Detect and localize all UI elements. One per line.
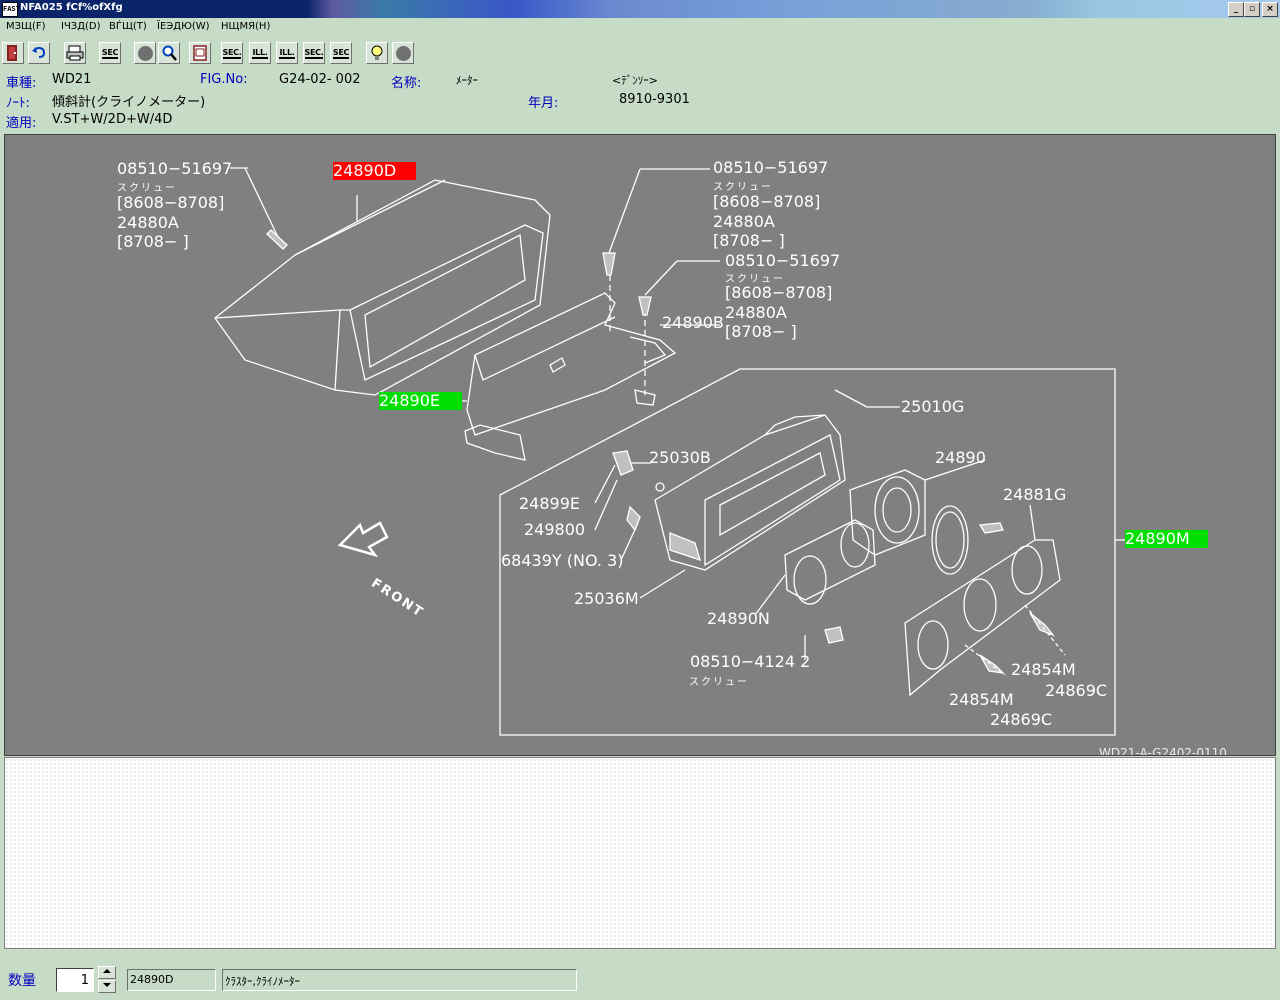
- ill-next-label: ILL.: [279, 47, 295, 59]
- menu-tools[interactable]: ВЃЩ(T): [109, 21, 147, 32]
- part-name-field[interactable]: ｸﾗｽﾀｰ,ｸﾗｲﾉﾒｰﾀｰ: [222, 969, 577, 991]
- close-button[interactable]: ×: [1262, 2, 1278, 17]
- quantity-input[interactable]: 1: [56, 968, 94, 992]
- prev-section-button[interactable]: SEC.: [221, 42, 243, 64]
- section-list-button[interactable]: SEC: [99, 42, 121, 64]
- exploded-view-drawing: [214, 167, 1125, 736]
- next-illustration-button[interactable]: ILL.: [276, 42, 298, 64]
- book-button[interactable]: [189, 42, 211, 64]
- label-r1[interactable]: 08510−51697: [713, 159, 828, 177]
- menu-window[interactable]: ЇЕЭДЮ(W): [157, 21, 210, 32]
- label-24899e[interactable]: 24899E: [519, 495, 580, 513]
- label-l1-range: [8608−8708]: [117, 193, 225, 212]
- label-r2-range: [8608−8708]: [725, 283, 833, 302]
- label-249800[interactable]: 249800: [524, 521, 585, 539]
- sec-query-label: SEC: [332, 47, 350, 59]
- label-24854m-2[interactable]: 24854M: [949, 691, 1014, 709]
- zoom-button[interactable]: [158, 42, 180, 64]
- ill-prev-label: ILL.: [252, 47, 268, 59]
- menu-help[interactable]: НЩМЯ(H): [221, 21, 270, 32]
- label-r2-range2: [8708− ]: [725, 322, 797, 341]
- maker-value: <ﾃﾞﾝｿｰ>: [612, 74, 658, 87]
- label-08510-41242-screw: スクリュー: [689, 677, 749, 688]
- next-section-button[interactable]: SEC.: [303, 42, 325, 64]
- window-title: NFA025 fCf%ofXfg: [20, 2, 123, 13]
- parts-list-area[interactable]: [4, 757, 1276, 949]
- sec-label: SEC: [101, 47, 119, 59]
- part-24890d-highlight[interactable]: 24890D: [333, 162, 416, 180]
- printer-icon: [66, 45, 84, 61]
- undo-button[interactable]: [28, 42, 50, 64]
- fig-value: G24-02- 002: [279, 72, 361, 87]
- label-25010g[interactable]: 25010G: [901, 398, 964, 416]
- label-24881g[interactable]: 24881G: [1003, 486, 1066, 504]
- toolbar: SEC SEC. ILL. ILL. SEC. SEC: [0, 39, 1280, 69]
- spin-down-icon: [103, 983, 111, 987]
- apply-value: V.ST+W/2D+W/4D: [52, 112, 173, 127]
- label-24854m-1[interactable]: 24854M: [1011, 661, 1076, 679]
- print-button[interactable]: [64, 42, 86, 64]
- spin-up-icon: [103, 969, 111, 973]
- label-r1-alt[interactable]: 24880A: [713, 213, 775, 231]
- label-08510-41242[interactable]: 08510−4124 2: [690, 653, 810, 671]
- sec-prev-label: SEC.: [222, 47, 242, 59]
- menu-bar: МЗЩ(F) ІЧЗД(D) ВЃЩ(T) ЇЕЭДЮ(W) НЩМЯ(H): [0, 18, 1280, 38]
- exit-button[interactable]: [2, 42, 24, 64]
- label-l1-range2: [8708− ]: [117, 232, 189, 251]
- note-value: 傾斜計(クライノメーター): [52, 95, 206, 110]
- label-r2-alt[interactable]: 24880A: [725, 304, 787, 322]
- section-query-button[interactable]: SEC: [330, 42, 352, 64]
- menu-display[interactable]: ІЧЗД(D): [61, 21, 101, 32]
- name-label: 名称:: [391, 76, 422, 91]
- part-24890e-highlight[interactable]: 24890E: [379, 392, 462, 410]
- label-68439y[interactable]: 68439Y (NO. 3): [501, 552, 624, 570]
- label-l1[interactable]: 08510−51697: [117, 160, 232, 178]
- minimize-button[interactable]: _: [1228, 2, 1244, 17]
- parts-diagram[interactable]: 08510−51697 スクリュー [8608−8708] 24880A [87…: [4, 134, 1276, 756]
- book-icon: [193, 45, 207, 61]
- quantity-up-button[interactable]: [98, 966, 116, 979]
- sec-next-label: SEC.: [304, 47, 324, 59]
- figure-id: WD21-A-G2402-0110: [1099, 746, 1227, 756]
- label-24890[interactable]: 24890: [935, 449, 986, 467]
- circle-icon: [137, 45, 153, 61]
- label-24890b[interactable]: 24890B: [662, 314, 724, 332]
- fig-label: FIG.No:: [200, 72, 248, 87]
- hint-button[interactable]: [366, 42, 388, 64]
- note-label: ﾉｰﾄ:: [6, 96, 30, 111]
- part-number-field[interactable]: 24890D: [127, 969, 216, 991]
- model-label: 車種:: [6, 76, 37, 91]
- label-r1-range2: [8708− ]: [713, 231, 785, 250]
- undo-arrow-icon: [32, 46, 46, 58]
- part-24890m-highlight[interactable]: 24890M: [1125, 530, 1208, 548]
- exit-door-icon: [7, 45, 17, 61]
- part-info-header: 車種: WD21 FIG.No: G24-02- 002 名称: ﾒｰﾀｰ <ﾃ…: [0, 70, 1280, 132]
- apply-label: 適用:: [6, 116, 37, 131]
- circle-icon: [395, 45, 411, 61]
- prev-illustration-button[interactable]: ILL.: [249, 42, 271, 64]
- year-value: 8910-9301: [619, 92, 690, 107]
- magnifier-icon: [162, 45, 177, 61]
- label-25030b[interactable]: 25030B: [649, 449, 711, 467]
- label-l1-alt[interactable]: 24880A: [117, 214, 179, 232]
- label-r2[interactable]: 08510−51697: [725, 252, 840, 270]
- lightbulb-icon: [371, 45, 383, 60]
- label-24869c-1[interactable]: 24869C: [1045, 682, 1107, 700]
- restore-button[interactable]: ▫: [1244, 2, 1260, 17]
- label-25036m[interactable]: 25036M: [574, 590, 639, 608]
- quantity-down-button[interactable]: [98, 980, 116, 993]
- label-r1-range: [8608−8708]: [713, 192, 821, 211]
- record-button[interactable]: [134, 42, 156, 64]
- name-value: ﾒｰﾀｰ: [456, 74, 478, 87]
- stop-button[interactable]: [392, 42, 414, 64]
- menu-file[interactable]: МЗЩ(F): [6, 21, 46, 32]
- app-icon: FAST: [2, 2, 20, 17]
- title-bar: FAST NFA025 fCf%ofXfg _ ▫ ×: [0, 0, 1280, 18]
- year-label: 年月:: [528, 96, 559, 111]
- quantity-label: 数量: [8, 973, 36, 989]
- label-24890n[interactable]: 24890N: [707, 610, 770, 628]
- label-24869c-2[interactable]: 24869C: [990, 711, 1052, 729]
- model-value: WD21: [52, 72, 92, 87]
